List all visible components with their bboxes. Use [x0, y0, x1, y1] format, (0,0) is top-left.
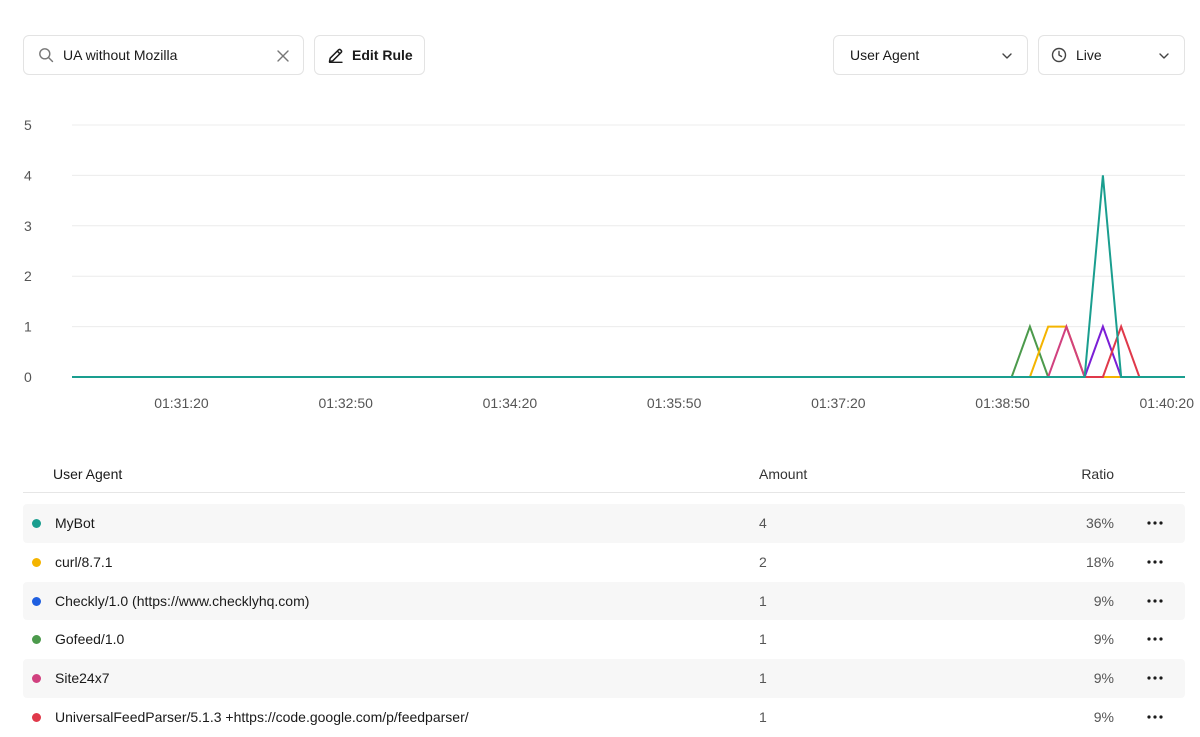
series-color-dot [32, 712, 41, 722]
amount-value: 1 [759, 592, 767, 609]
series-line [1083, 323, 1123, 378]
series-color-dot [32, 635, 41, 645]
table-row[interactable]: Checkly/1.0 (https://www.checklyhq.com) … [23, 581, 1185, 621]
y-tick-label: 2 [24, 268, 32, 284]
more-options-icon[interactable] [1145, 553, 1165, 571]
series-line [1047, 323, 1086, 378]
user-agent-table: User Agent Amount Ratio MyBot 4 36% curl… [23, 455, 1185, 737]
more-options-icon[interactable] [1145, 630, 1165, 648]
group-by-value: User Agent [850, 47, 920, 63]
amount-value: 4 [759, 515, 767, 531]
search-box[interactable] [23, 35, 304, 75]
y-tick-label: 4 [24, 167, 32, 183]
toolbar: Edit Rule User Agent Live [23, 35, 1185, 75]
x-tick-label: 01:34:20 [483, 395, 538, 411]
group-by-select[interactable]: User Agent [833, 35, 1028, 75]
time-series-chart: 0 1 2 3 4 5 01:31:20 01:32:50 01:34:20 01:35:50 01… [24, 117, 1195, 411]
column-header-amount: Amount [759, 466, 808, 482]
user-agent-name: curl/8.7.1 [55, 553, 113, 570]
more-options-icon[interactable] [1145, 669, 1165, 687]
amount-value: 2 [759, 553, 767, 570]
y-tick-label: 0 [24, 369, 32, 385]
user-agent-name: Site24x7 [55, 670, 110, 687]
x-tick-label: 01:35:50 [647, 395, 702, 411]
y-tick-label: 5 [24, 117, 32, 133]
y-tick-label: 3 [24, 218, 32, 234]
clock-icon [1051, 47, 1067, 63]
table-header: User Agent Amount Ratio [23, 455, 1185, 493]
ratio-value: 9% [1093, 708, 1114, 725]
column-header-user-agent: User Agent [53, 466, 123, 482]
table-row[interactable]: Site24x7 1 9% [23, 659, 1185, 698]
ratio-value: 18% [1085, 553, 1114, 570]
more-options-icon[interactable] [1145, 708, 1165, 726]
user-agent-name: Gofeed/1.0 [55, 631, 125, 648]
edit-rule-button[interactable]: Edit Rule [314, 35, 425, 75]
ratio-value: 36% [1085, 515, 1114, 531]
search-icon [38, 47, 54, 63]
search-input[interactable] [63, 47, 263, 63]
ratio-value: 9% [1093, 631, 1114, 648]
ratio-value: 9% [1093, 670, 1114, 687]
table-row[interactable]: MyBot 4 36% [23, 504, 1185, 543]
series-line [1010, 323, 1050, 378]
x-tick-label: 01:40:20 [1140, 395, 1195, 411]
x-tick-label: 01:32:50 [318, 395, 373, 411]
table-row[interactable]: UniversalFeedParser/5.1.3 +https://code.… [23, 698, 1185, 737]
table-row[interactable]: Gofeed/1.0 1 9% [23, 620, 1185, 659]
chevron-down-icon [1157, 49, 1171, 63]
table-body: MyBot 4 36% curl/8.7.1 2 18% Checkly/1.0… [23, 504, 1185, 737]
time-range-value: Live [1076, 47, 1102, 63]
edit-rule-label: Edit Rule [352, 47, 413, 63]
y-tick-label: 1 [24, 319, 32, 335]
column-header-ratio: Ratio [1081, 466, 1114, 482]
series-color-dot [32, 596, 41, 606]
user-agent-name: MyBot [55, 515, 95, 531]
series-color-dot [32, 674, 41, 684]
close-icon[interactable] [275, 48, 291, 64]
table-row[interactable]: curl/8.7.1 2 18% [23, 543, 1185, 582]
pencil-icon [327, 47, 344, 64]
amount-value: 1 [759, 708, 767, 725]
amount-value: 1 [759, 670, 767, 687]
user-agent-name: UniversalFeedParser/5.1.3 +https://code.… [55, 708, 469, 725]
time-range-select[interactable]: Live [1038, 35, 1185, 75]
series-color-dot [32, 557, 41, 567]
amount-value: 1 [759, 631, 767, 648]
x-tick-label: 01:31:20 [154, 395, 209, 411]
user-agent-name: Checkly/1.0 (https://www.checklyhq.com) [55, 592, 310, 609]
x-tick-label: 01:37:20 [811, 395, 866, 411]
chevron-down-icon [1000, 49, 1014, 63]
x-tick-label: 01:38:50 [975, 395, 1030, 411]
more-options-icon[interactable] [1145, 592, 1165, 610]
ratio-value: 9% [1093, 592, 1114, 609]
series-color-dot [32, 519, 41, 528]
more-options-icon[interactable] [1145, 514, 1165, 532]
